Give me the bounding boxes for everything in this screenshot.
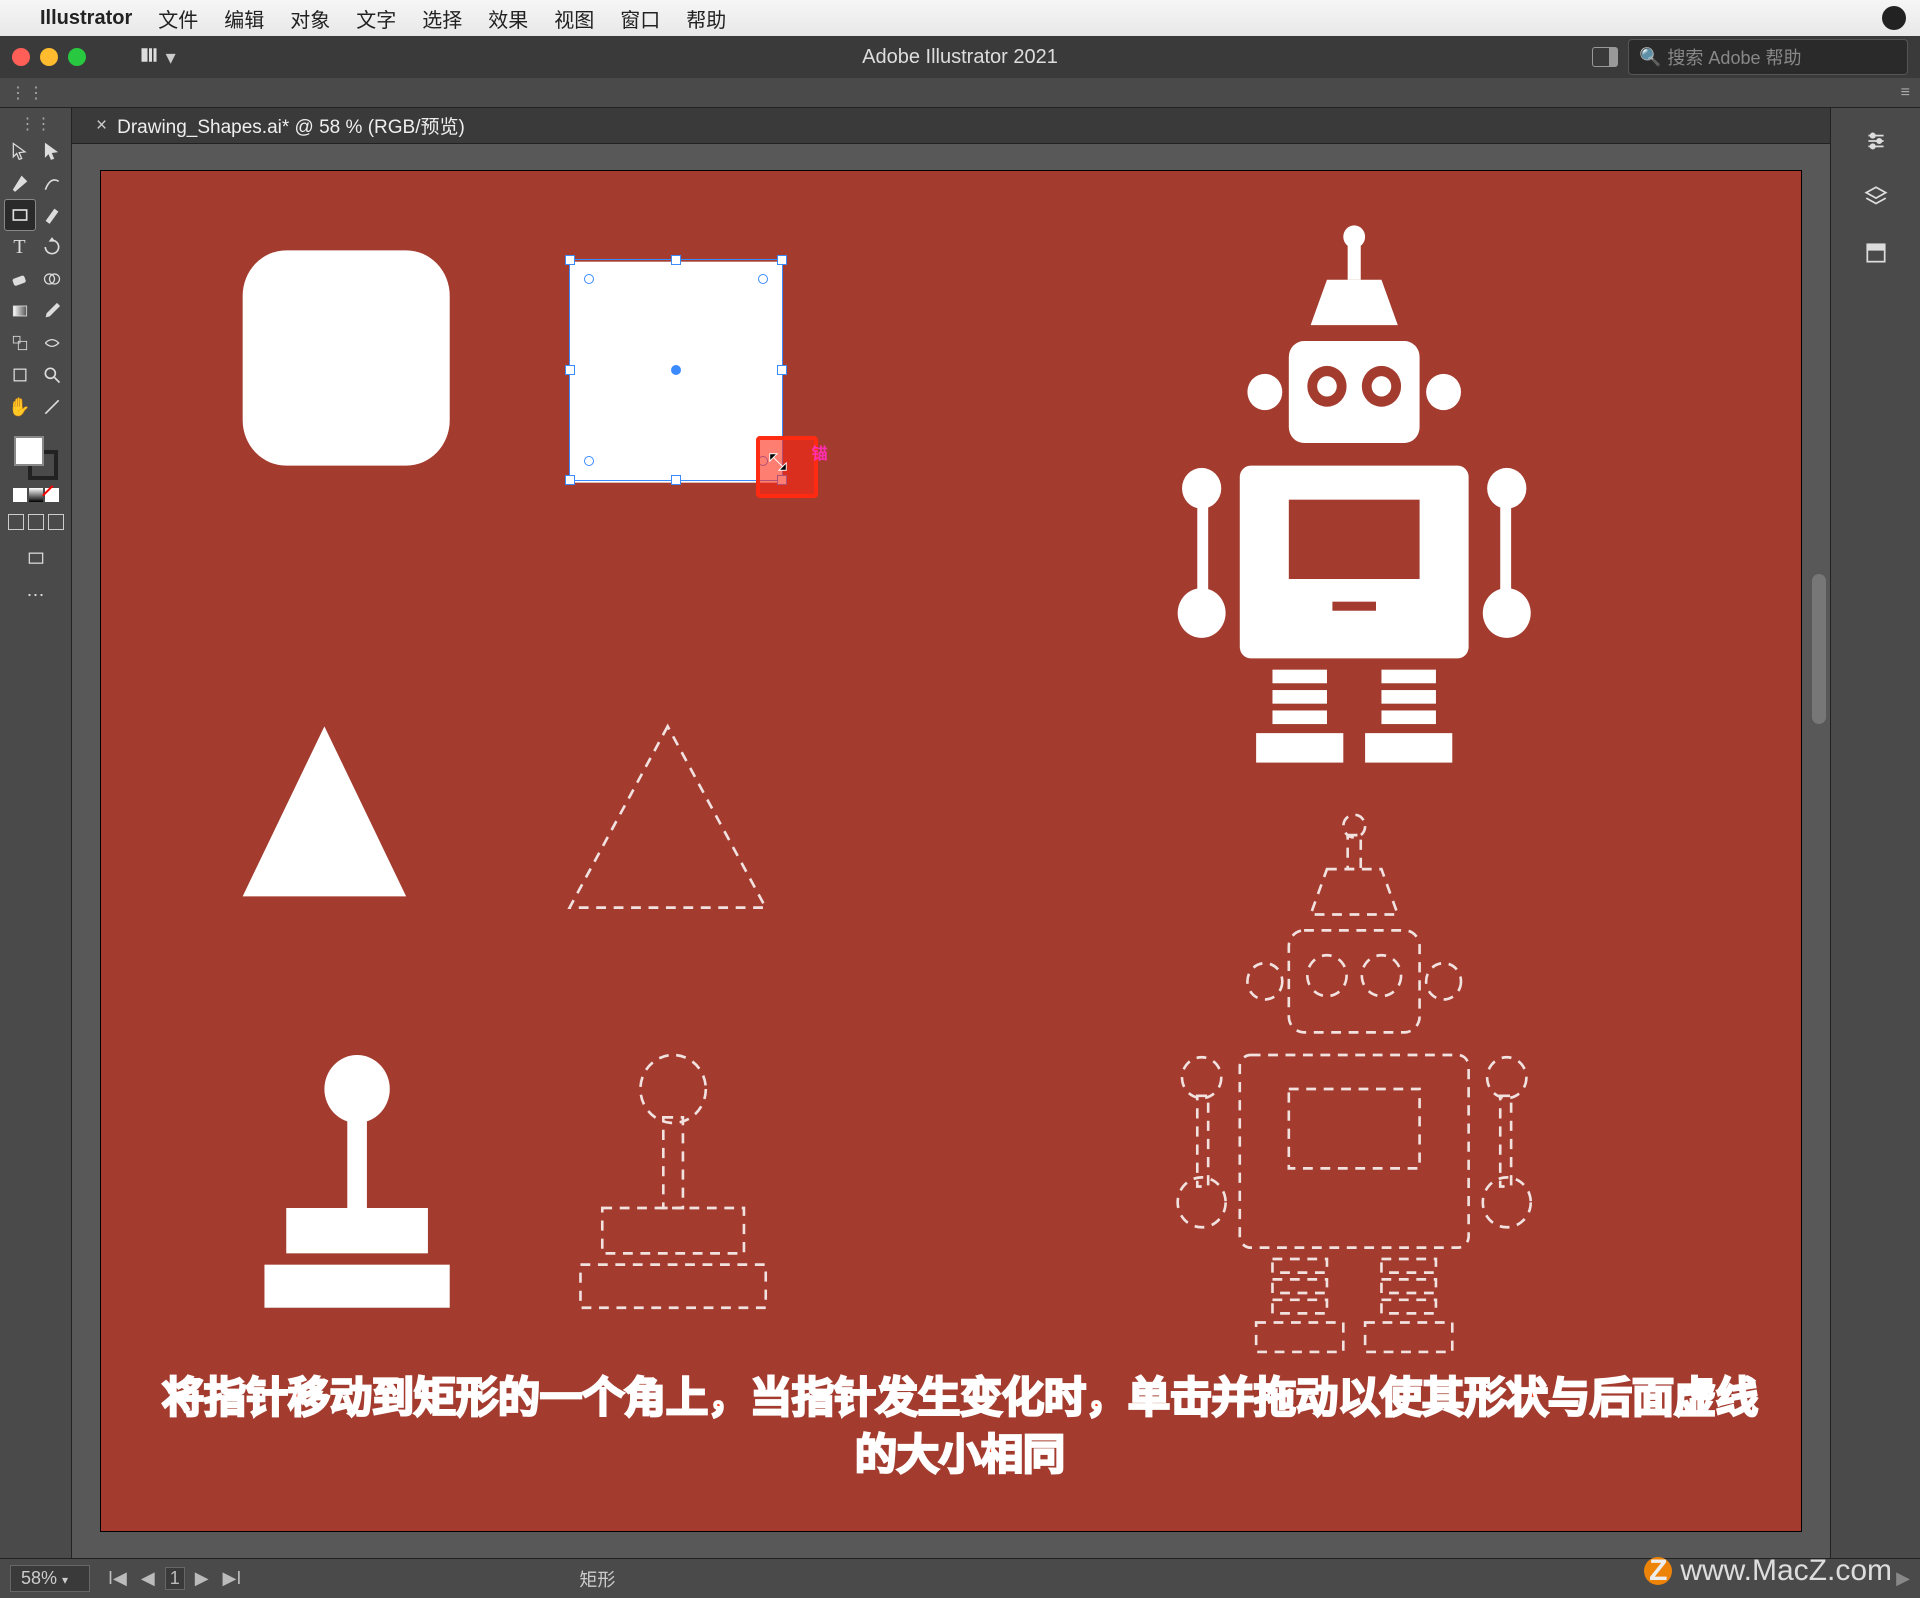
right-panel-dock: [1830, 108, 1920, 1558]
menu-file[interactable]: 文件: [158, 4, 198, 33]
gradient-tool[interactable]: [5, 296, 35, 326]
menu-window[interactable]: 窗口: [620, 4, 660, 33]
window-minimize-button[interactable]: [40, 48, 58, 66]
direct-selection-tool[interactable]: [37, 136, 67, 166]
color-mode-gradient[interactable]: [29, 488, 43, 502]
fill-stroke-swatches[interactable]: [14, 436, 58, 480]
artboard-prev-button[interactable]: ◀: [137, 1568, 159, 1589]
selection-bounding-box[interactable]: [569, 259, 783, 481]
scale-tool[interactable]: [5, 328, 35, 358]
hscroll-right-icon[interactable]: ▶: [1896, 1568, 1910, 1589]
libraries-icon[interactable]: [1861, 238, 1891, 268]
tab-label: Drawing_Shapes.ai* @ 58 % (RGB/预览): [117, 112, 465, 139]
draw-modes: [8, 514, 64, 530]
tools-panel: ⋮⋮ T: [0, 108, 72, 1558]
search-placeholder: 搜索 Adobe 帮助: [1667, 44, 1801, 70]
watermark-text: www.MacZ.com: [1680, 1554, 1892, 1588]
menu-view[interactable]: 视图: [554, 4, 594, 33]
app-titlebar: ▾ Adobe Illustrator 2021 🔍 搜索 Adobe 帮助: [0, 36, 1920, 78]
artboard-tool[interactable]: [5, 360, 35, 390]
selection-center-icon: [671, 365, 681, 375]
layers-icon[interactable]: [1861, 182, 1891, 212]
menu-type[interactable]: 文字: [356, 4, 396, 33]
fill-color-swatch[interactable]: [14, 436, 44, 466]
curvature-tool[interactable]: [37, 168, 67, 198]
edit-toolbar-button[interactable]: ⋯: [20, 578, 52, 612]
tab-close-icon[interactable]: ×: [96, 115, 107, 137]
status-bar: 58% ▾ I◀ ◀ 1 ▶ ▶I 矩形 ▶: [0, 1558, 1920, 1598]
shape-rounded-square[interactable]: [243, 250, 450, 465]
window-controls: [12, 48, 86, 66]
chevron-down-icon[interactable]: ▾: [62, 1573, 68, 1587]
search-icon: 🔍: [1639, 47, 1661, 68]
watermark: Z www.MacZ.com: [1644, 1554, 1892, 1588]
help-search-input[interactable]: 🔍 搜索 Adobe 帮助: [1628, 39, 1908, 75]
eyedropper-tool[interactable]: [37, 296, 67, 326]
draw-normal-icon[interactable]: [8, 514, 24, 530]
shape-triangle-outline[interactable]: [570, 726, 766, 907]
document-tabs: × Drawing_Shapes.ai* @ 58 % (RGB/预览): [72, 108, 1830, 144]
app-menu[interactable]: Illustrator: [40, 7, 132, 30]
screen-mode-button[interactable]: [20, 542, 52, 576]
rotate-tool[interactable]: [37, 232, 67, 262]
artboard[interactable]: 锚: [100, 170, 1802, 1532]
workspace-panel-toggle-icon[interactable]: [1592, 47, 1618, 67]
resize-cursor-icon: [767, 451, 789, 473]
shape-robot[interactable]: [1178, 225, 1531, 762]
draw-behind-icon[interactable]: [28, 514, 44, 530]
artboard-last-button[interactable]: ▶I: [219, 1568, 246, 1589]
width-tool[interactable]: [37, 328, 67, 358]
canvas-scrollbar-vertical[interactable]: [1812, 574, 1826, 724]
eraser-tool[interactable]: [5, 264, 35, 294]
color-mode-row: [13, 488, 59, 502]
window-zoom-button[interactable]: [68, 48, 86, 66]
draw-inside-icon[interactable]: [48, 514, 64, 530]
artboard-index-field[interactable]: 1: [165, 1567, 185, 1590]
shape-robot-outline[interactable]: [1178, 815, 1531, 1352]
color-mode-none[interactable]: [45, 488, 59, 502]
tools-grip-icon[interactable]: ⋮⋮: [20, 114, 52, 134]
zoom-tool[interactable]: [37, 360, 67, 390]
rectangle-tool[interactable]: [5, 200, 35, 230]
color-mode-solid[interactable]: [13, 488, 27, 502]
menu-effect[interactable]: 效果: [488, 4, 528, 33]
shape-joystick[interactable]: [264, 1055, 449, 1308]
arrange-documents-button[interactable]: ▾: [130, 41, 184, 74]
menu-object[interactable]: 对象: [290, 4, 330, 33]
paintbrush-tool[interactable]: [37, 200, 67, 230]
shape-builder-tool[interactable]: [37, 264, 67, 294]
canvas-area[interactable]: 锚: [72, 144, 1830, 1558]
menu-select[interactable]: 选择: [422, 4, 462, 33]
app-title: Adobe Illustrator 2021: [862, 46, 1058, 69]
menu-help[interactable]: 帮助: [686, 4, 726, 33]
pen-tool[interactable]: [5, 168, 35, 198]
selection-type-label: 矩形: [579, 1566, 615, 1592]
properties-icon[interactable]: [1861, 126, 1891, 156]
control-bar: ⋮⋮ ≡: [0, 78, 1920, 108]
shape-joystick-outline[interactable]: [580, 1055, 765, 1308]
home-button[interactable]: [100, 42, 116, 73]
hand-tool[interactable]: ✋: [5, 392, 35, 422]
artboard-first-button[interactable]: I◀: [104, 1568, 131, 1589]
window-close-button[interactable]: [12, 48, 30, 66]
document-tab[interactable]: × Drawing_Shapes.ai* @ 58 % (RGB/预览): [82, 112, 479, 139]
control-bar-grip-icon[interactable]: ⋮⋮: [10, 83, 46, 103]
macos-menubar: Illustrator 文件 编辑 对象 文字 选择 效果 视图 窗口 帮助: [0, 0, 1920, 36]
menu-edit[interactable]: 编辑: [224, 4, 264, 33]
control-bar-menu-icon[interactable]: ≡: [1901, 84, 1910, 102]
slice-tool[interactable]: [37, 392, 67, 422]
artboard-next-button[interactable]: ▶: [191, 1568, 213, 1589]
shape-triangle[interactable]: [243, 726, 406, 896]
artboard-nav: I◀ ◀ 1 ▶ ▶I: [104, 1567, 245, 1590]
watermark-badge: Z: [1644, 1557, 1672, 1585]
type-tool[interactable]: T: [5, 232, 35, 262]
system-tray-icon[interactable]: [1882, 6, 1906, 30]
cursor-hint-label: 锚: [812, 440, 828, 464]
zoom-level-field[interactable]: 58% ▾: [10, 1565, 90, 1592]
selection-tool[interactable]: [5, 136, 35, 166]
